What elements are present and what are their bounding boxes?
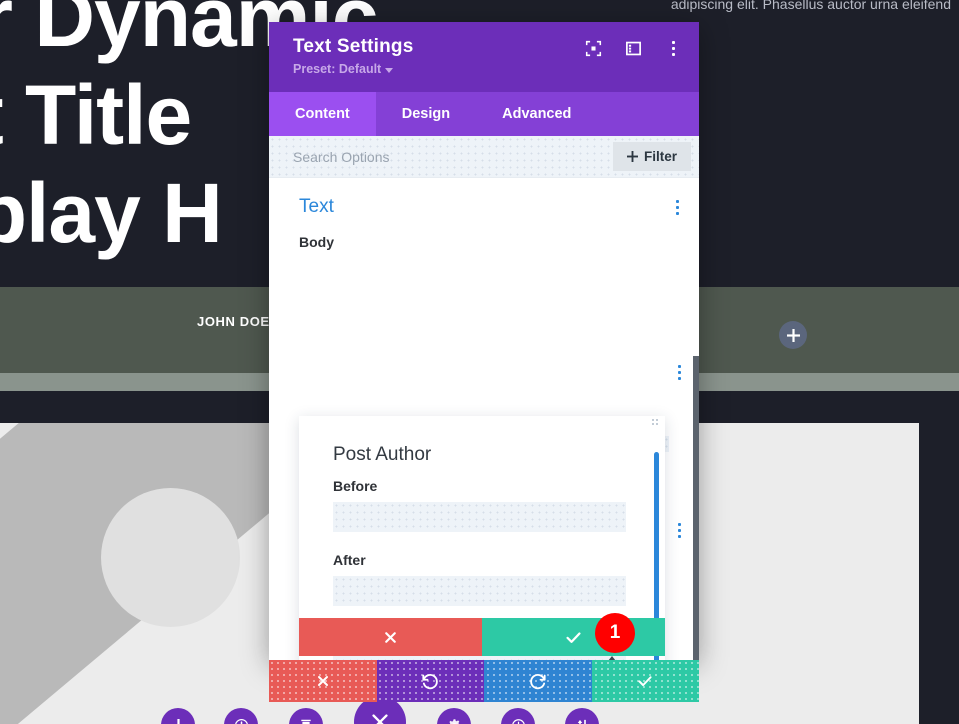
post-author-popup-title: Post Author bbox=[333, 444, 432, 465]
dots-vertical-icon bbox=[671, 40, 675, 56]
modal-tabs: Content Design Advanced bbox=[269, 92, 699, 136]
check-icon bbox=[638, 676, 652, 687]
check-icon bbox=[566, 631, 581, 643]
power-icon bbox=[234, 718, 248, 724]
clock-icon bbox=[511, 718, 525, 724]
after-field-input[interactable] bbox=[333, 576, 626, 606]
chevron-down-icon bbox=[385, 67, 394, 73]
step-badge-1: 1 bbox=[595, 613, 635, 653]
modal-scrollbar[interactable] bbox=[693, 356, 699, 660]
search-options-row: Search Options Filter bbox=[269, 136, 699, 178]
modal-body: Text Body Post Author Before After Publi… bbox=[269, 178, 699, 660]
history-button[interactable] bbox=[501, 708, 535, 724]
panel-layout-button[interactable] bbox=[621, 36, 645, 60]
popup-resize-handle[interactable] bbox=[652, 419, 662, 429]
section-overflow-menu[interactable] bbox=[676, 199, 679, 215]
right-edge-panel bbox=[919, 423, 959, 724]
arrows-up-down-icon bbox=[577, 719, 586, 724]
settings-button[interactable] bbox=[437, 708, 471, 724]
toggle-power-button[interactable] bbox=[224, 708, 258, 724]
trash-icon bbox=[301, 719, 311, 724]
plus-icon bbox=[171, 718, 185, 724]
redo-icon bbox=[529, 674, 546, 690]
undo-button[interactable] bbox=[269, 660, 699, 702]
filter-button-label: Filter bbox=[643, 149, 677, 164]
close-x-icon bbox=[385, 631, 396, 643]
undo-icon bbox=[422, 674, 439, 690]
modal-overflow-menu[interactable] bbox=[661, 36, 685, 60]
gear-icon bbox=[448, 718, 460, 724]
discard-changes-button[interactable] bbox=[269, 660, 699, 702]
modal-cancel-button[interactable] bbox=[299, 618, 482, 656]
reorder-button[interactable] bbox=[565, 708, 599, 724]
before-field-label: Before bbox=[333, 478, 378, 494]
close-x-icon bbox=[372, 714, 388, 724]
add-module-button[interactable] bbox=[779, 321, 807, 349]
text-settings-modal: Text Settings Preset: Default Content De… bbox=[269, 22, 699, 660]
layout-panel-icon bbox=[625, 41, 641, 55]
section-title-text: Text bbox=[299, 196, 334, 217]
tab-content[interactable]: Content bbox=[269, 92, 376, 136]
tab-design[interactable]: Design bbox=[376, 92, 476, 136]
modal-save-button[interactable] bbox=[482, 618, 665, 656]
plus-icon bbox=[626, 151, 638, 162]
body-field-label: Body bbox=[299, 234, 334, 250]
focus-square-icon bbox=[585, 40, 601, 56]
delete-button[interactable] bbox=[289, 708, 323, 724]
body-field-overflow-menu[interactable] bbox=[678, 365, 681, 380]
tab-advanced[interactable]: Advanced bbox=[476, 92, 597, 136]
screen-root: ur Dynamic st Title splay H adipiscing e… bbox=[0, 0, 959, 724]
modal-header: Text Settings Preset: Default bbox=[269, 22, 699, 92]
before-field-input[interactable] bbox=[333, 502, 626, 532]
after-field-label: After bbox=[333, 552, 366, 568]
modal-header-icons bbox=[581, 36, 685, 60]
preset-selector[interactable]: Preset: Default bbox=[293, 62, 394, 76]
focus-mode-button[interactable] bbox=[581, 36, 605, 60]
plus-icon bbox=[786, 328, 800, 342]
decorative-circle bbox=[101, 488, 240, 627]
redo-button[interactable] bbox=[269, 660, 699, 702]
search-input[interactable]: Search Options bbox=[293, 149, 613, 165]
post-author-text: JOHN DOE bbox=[197, 314, 270, 329]
hero-title-line-3: splay H bbox=[0, 166, 223, 260]
save-changes-button[interactable] bbox=[269, 660, 699, 702]
close-x-icon bbox=[317, 676, 328, 686]
preset-label: Preset: Default bbox=[293, 62, 382, 76]
add-section-button[interactable] bbox=[161, 708, 195, 724]
hidden-field-overflow-menu-1[interactable] bbox=[678, 523, 681, 538]
filter-button[interactable]: Filter bbox=[612, 142, 691, 171]
hero-title-line-2: st Title bbox=[0, 68, 192, 162]
hero-lorem-text: adipiscing elit. Phasellus auctor urna e… bbox=[670, 0, 951, 12]
global-action-bar bbox=[269, 660, 699, 702]
text-section-header: Text bbox=[269, 178, 699, 218]
